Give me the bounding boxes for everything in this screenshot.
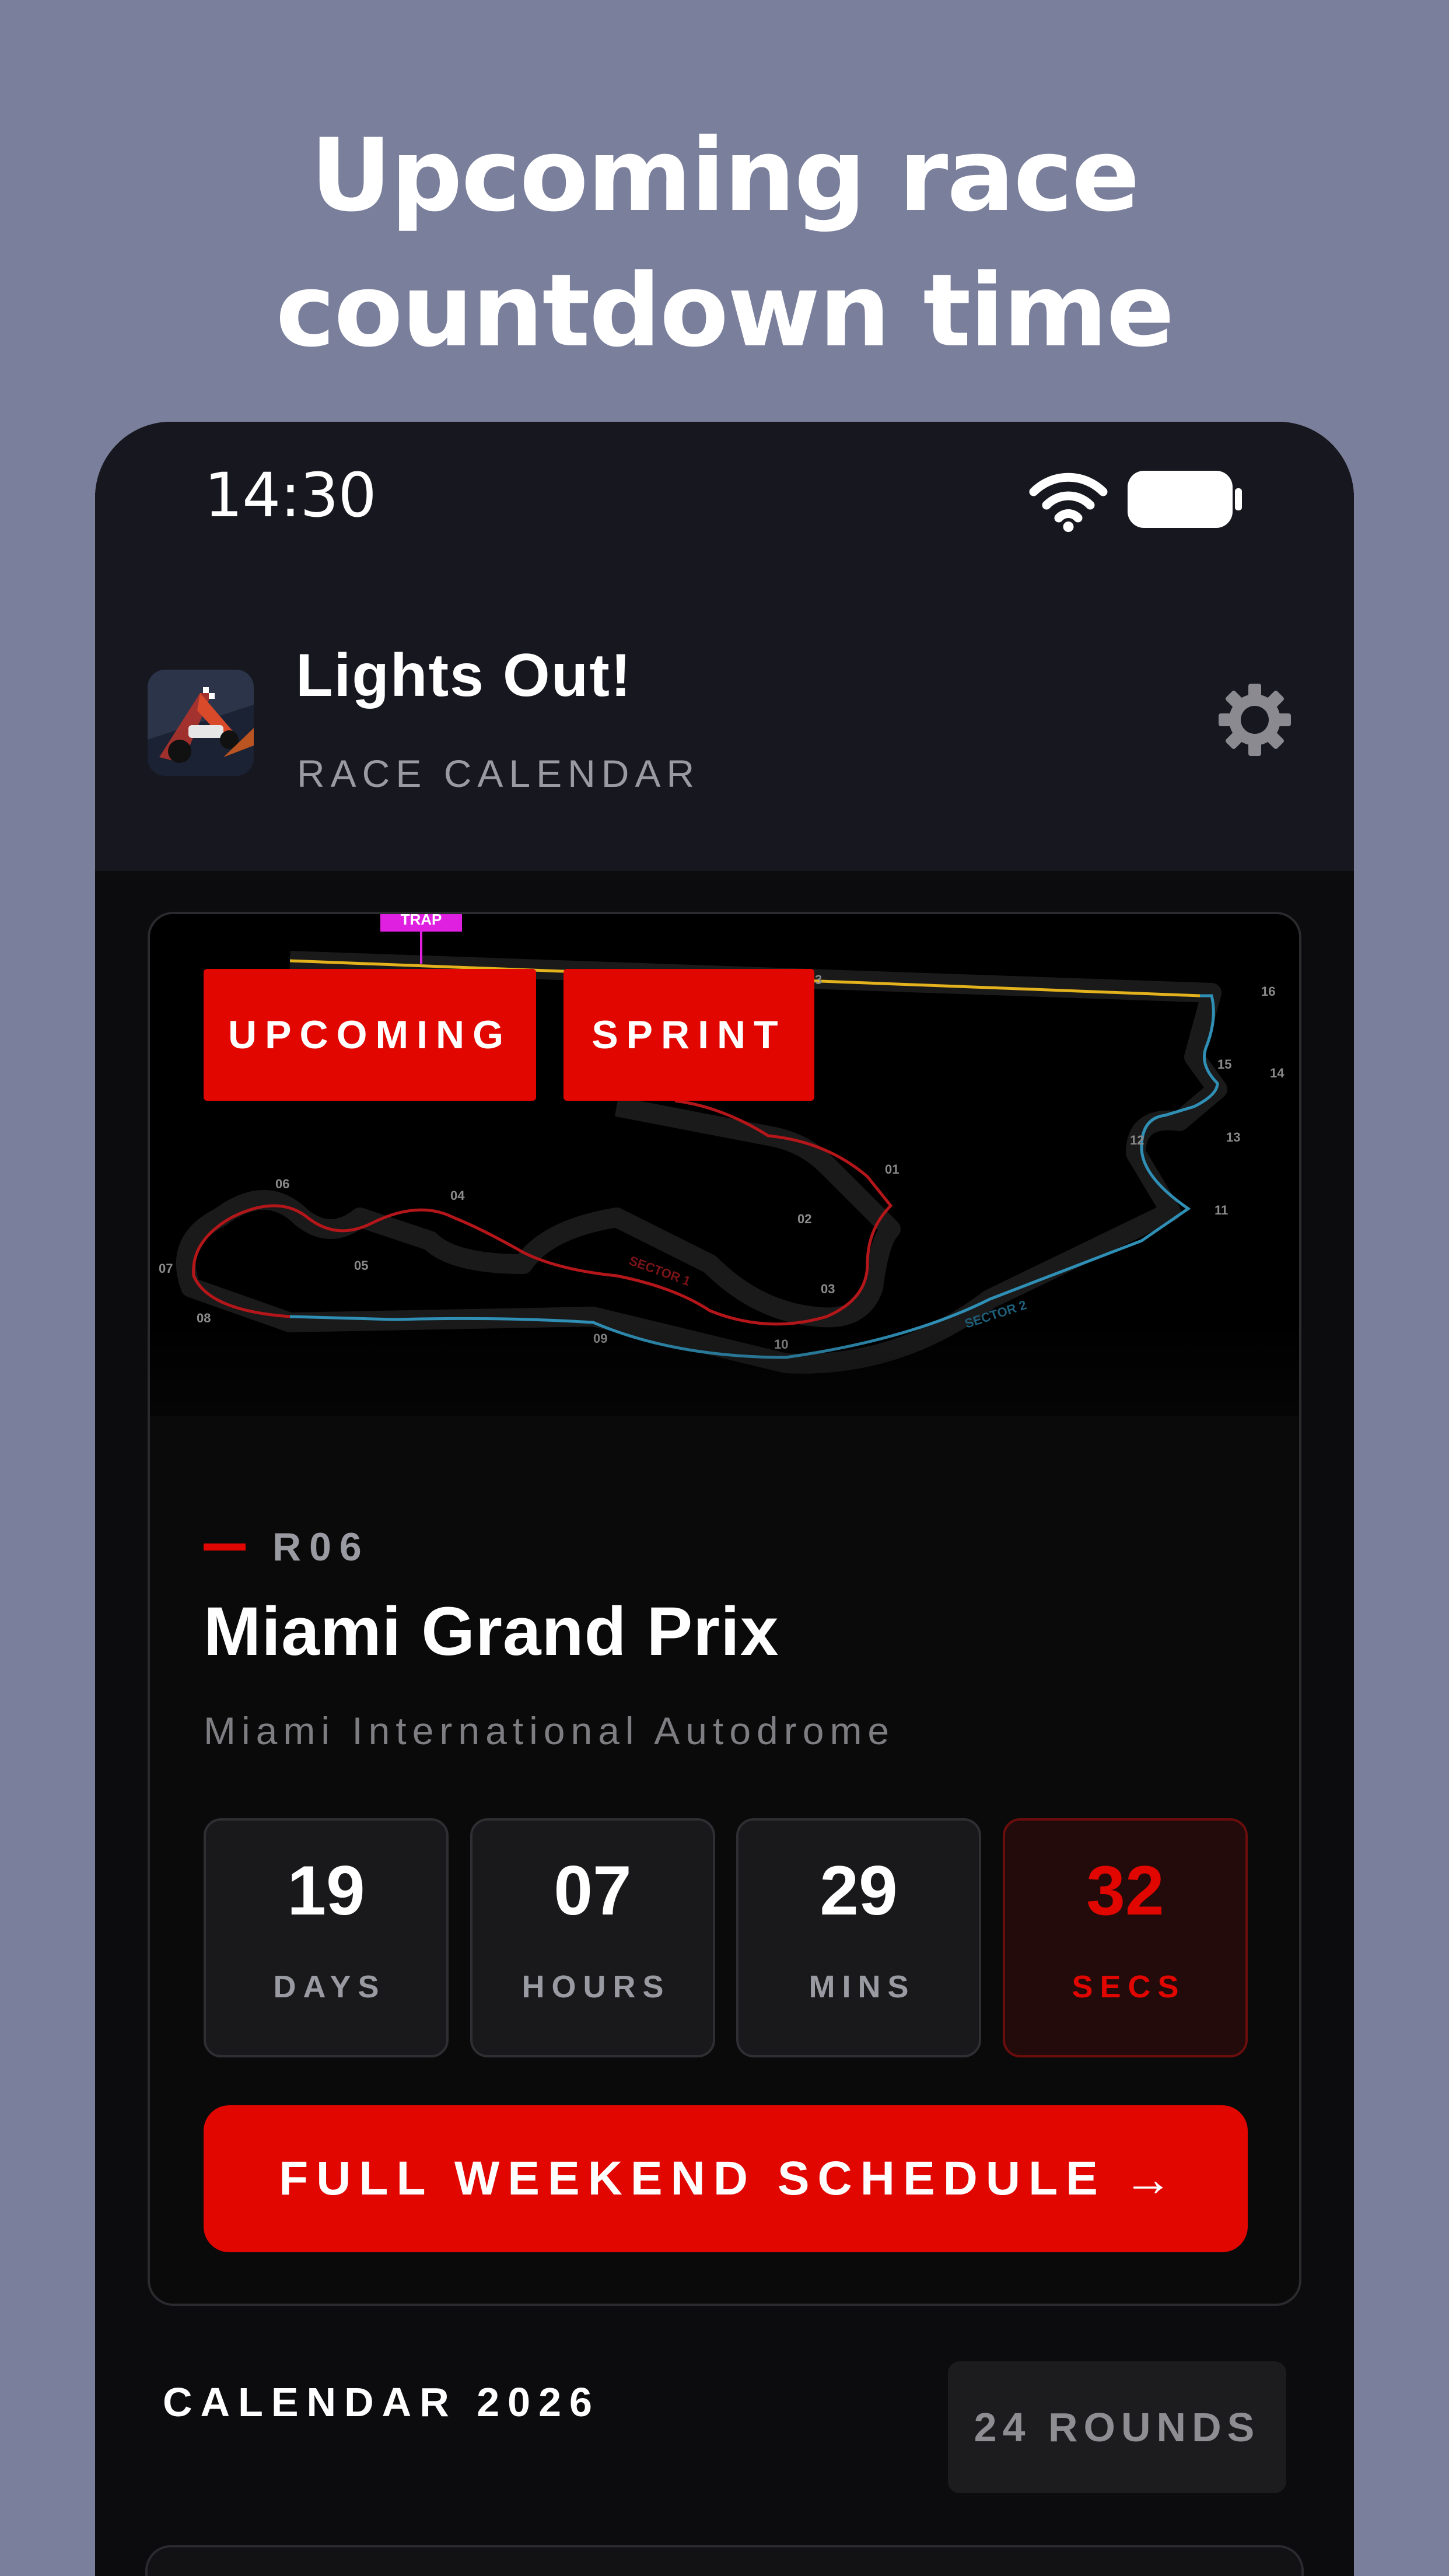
- turn-label: 16: [1261, 984, 1275, 999]
- countdown-value: 29: [820, 1852, 898, 1930]
- turn-label: 03: [821, 1282, 835, 1296]
- countdown-timer: 19 DAYS 07 HOURS 29 MINS 32 SECS: [204, 1818, 1248, 2057]
- countdown-value: 19: [287, 1852, 365, 1930]
- round-dash: [204, 1544, 246, 1550]
- schedule-button-label: FULL WEEKEND SCHEDULE: [279, 2152, 1106, 2205]
- countdown-value: 32: [1086, 1852, 1164, 1930]
- countdown-unit: HOURS: [522, 1969, 671, 2004]
- countdown-mins: 29 MINS: [736, 1818, 981, 2057]
- app-header: Lights Out! RACE CALENDAR: [95, 538, 1354, 871]
- turn-label: 05: [354, 1258, 368, 1273]
- status-time: 14:30: [204, 460, 377, 531]
- turn-label: 02: [797, 1212, 811, 1226]
- upcoming-badge: UPCOMING: [204, 969, 536, 1101]
- turn-label: 15: [1217, 1057, 1231, 1072]
- promo-headline: Upcoming race countdown time: [0, 108, 1449, 379]
- countdown-secs: 32 SECS: [1003, 1818, 1248, 2057]
- app-title: Lights Out!: [296, 642, 632, 709]
- phone-screen: 14:30 Lights Out! RACE CALENDAR TRAP SEC…: [95, 422, 1354, 2576]
- countdown-unit: DAYS: [273, 1969, 386, 2004]
- battery-icon: [1128, 471, 1242, 528]
- status-bar: 14:30: [95, 422, 1354, 538]
- trap-label: TRAP: [401, 914, 442, 928]
- featured-race-card[interactable]: TRAP SECTOR 1 SECTOR 2 01 02 03 04 05 06…: [148, 912, 1301, 2306]
- round-number: R06: [272, 1525, 370, 1569]
- countdown-days: 19 DAYS: [204, 1818, 449, 2057]
- turn-label: 12: [1130, 1133, 1144, 1147]
- circuit-name: Miami International Autodrome: [204, 1709, 895, 1752]
- full-weekend-schedule-button[interactable]: FULL WEEKEND SCHEDULE →: [204, 2105, 1248, 2252]
- settings-gear-icon[interactable]: [1217, 682, 1293, 758]
- turn-label: 04: [450, 1188, 465, 1203]
- map-fade: [150, 1322, 1299, 1497]
- round-indicator: R06: [204, 1521, 370, 1573]
- arrow-right-icon: →: [1123, 2151, 1172, 2206]
- sprint-badge: SPRINT: [564, 969, 814, 1101]
- wifi-icon: [1029, 473, 1108, 532]
- turn-label: 3: [815, 972, 822, 987]
- turn-label: 07: [159, 1261, 173, 1276]
- app-subtitle: RACE CALENDAR: [297, 752, 701, 795]
- headline-line-1: Upcoming race: [310, 117, 1140, 234]
- countdown-hours: 07 HOURS: [470, 1818, 715, 2057]
- turn-label: 11: [1214, 1203, 1228, 1217]
- race-list-item[interactable]: [145, 2545, 1304, 2576]
- calendar-heading: CALENDAR 2026: [163, 2379, 600, 2425]
- app-logo: [148, 670, 254, 776]
- headline-line-2: countdown time: [275, 252, 1175, 369]
- grand-prix-name: Miami Grand Prix: [204, 1593, 779, 1670]
- turn-label: 14: [1270, 1066, 1284, 1080]
- turn-label: 01: [885, 1162, 899, 1177]
- turn-label: 06: [275, 1177, 289, 1191]
- countdown-unit: MINS: [808, 1969, 916, 2004]
- countdown-unit: SECS: [1072, 1969, 1186, 2004]
- rounds-count-badge: 24 ROUNDS: [948, 2361, 1286, 2493]
- countdown-value: 07: [554, 1852, 632, 1930]
- turn-label: 13: [1226, 1130, 1240, 1144]
- f1-car-icon: [148, 670, 254, 776]
